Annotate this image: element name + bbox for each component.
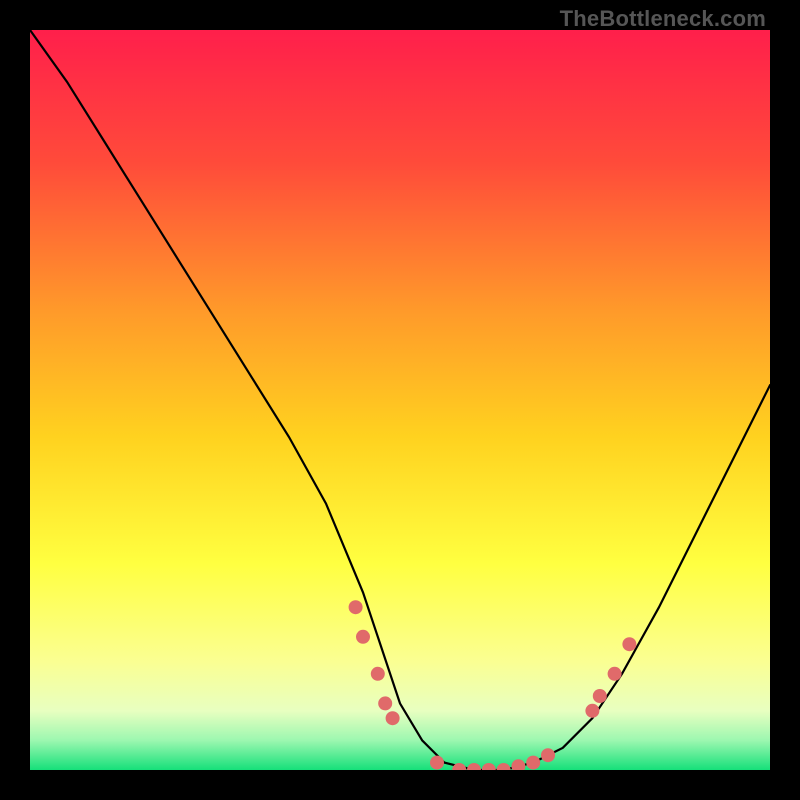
watermark-text: TheBottleneck.com [560, 6, 766, 32]
data-dot [622, 637, 636, 651]
data-dot [349, 600, 363, 614]
data-dot [608, 667, 622, 681]
chart-frame [30, 30, 770, 770]
data-dot [378, 696, 392, 710]
data-dot [430, 756, 444, 770]
data-dot [371, 667, 385, 681]
chart-svg [30, 30, 770, 770]
data-dot [526, 756, 540, 770]
data-dot [386, 711, 400, 725]
data-dot [593, 689, 607, 703]
data-dot [541, 748, 555, 762]
data-dot [356, 630, 370, 644]
gradient-background [30, 30, 770, 770]
data-dot [585, 704, 599, 718]
